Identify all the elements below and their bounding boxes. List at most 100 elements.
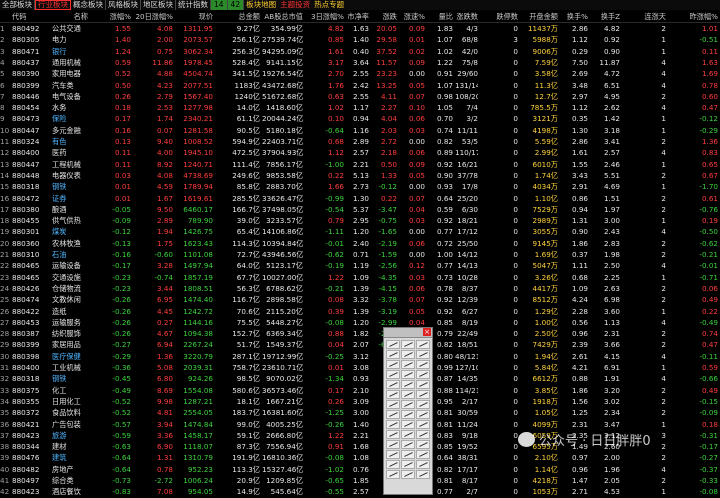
draw-tool-icon[interactable]	[416, 340, 430, 349]
column-header[interactable]: 总金额	[215, 11, 260, 22]
column-header[interactable]: 现价	[175, 11, 213, 22]
draw-tool-icon[interactable]	[416, 350, 430, 359]
table-row[interactable]: 11 880324 有色 0.13 9.40 1008.52 594.9亿 22403.71亿…	[0, 136, 720, 147]
column-header[interactable]: 连涨天	[622, 11, 666, 22]
draw-tool-icon[interactable]	[401, 350, 415, 359]
tab-7[interactable]: 42	[227, 0, 245, 10]
column-header[interactable]: 代码	[12, 11, 50, 22]
table-row[interactable]: 24 880426 仓储物流 -0.23 3.44 1808.51 56.3亿 6788.62…	[0, 283, 720, 294]
draw-tool-icon[interactable]	[416, 460, 430, 469]
table-row[interactable]: 31 880400 工业机械 -0.36 5.08 2039.31 758.7亿 23610.…	[0, 362, 720, 373]
draw-tool-icon[interactable]	[386, 460, 400, 469]
column-header[interactable]: 3日涨幅%	[305, 11, 344, 22]
table-row[interactable]: 25 880474 文教休闲 -0.26 6.95 1474.40 116.7亿 2898.5…	[0, 294, 720, 305]
draw-tool-icon[interactable]	[386, 450, 400, 459]
close-icon[interactable]: ×	[423, 328, 431, 336]
table-row[interactable]: 23 880465 交通设施 -0.23 -0.74 1857.19 67.7亿 10027.…	[0, 272, 720, 283]
table-row[interactable]: 13 880447 工程机械 0.11 8.92 1240.71 111.4亿 7856.17…	[0, 159, 720, 170]
tab-8[interactable]: 板块地图	[244, 0, 278, 10]
tab-5[interactable]: 统计指数	[176, 0, 211, 10]
table-row[interactable]: 10 880447 多元金融 0.16 0.07 1281.58 90.5亿 5180.18亿…	[0, 125, 720, 136]
draw-tool-icon[interactable]	[386, 430, 400, 439]
table-row[interactable]: 27 880453 运输服务 -0.26 0.27 1144.16 75.5亿 5448.27…	[0, 317, 720, 328]
tab-2[interactable]: 概念板块	[71, 0, 106, 10]
draw-tool-icon[interactable]	[386, 340, 400, 349]
draw-tool-icon[interactable]	[416, 450, 430, 459]
draw-tool-icon[interactable]	[416, 470, 430, 479]
draw-tool-icon[interactable]	[401, 440, 415, 449]
column-header[interactable]: AB股总市值	[262, 11, 303, 22]
column-header[interactable]: 开盘金额	[520, 11, 558, 22]
table-row[interactable]: 8 880454 水务 0.18 2.53 1277.98 14.0亿 1418.60亿 1.0…	[0, 102, 720, 113]
column-header[interactable]: 量比	[427, 11, 453, 22]
draw-tool-icon[interactable]	[401, 450, 415, 459]
draw-tool-icon[interactable]	[401, 410, 415, 419]
table-row[interactable]: 15 880318 钢铁 0.01 4.59 1789.94 85.8亿 2883.70亿 1.…	[0, 181, 720, 192]
table-row[interactable]: 41 880497 综合类 -0.73 -2.72 1006.24 20.9亿 1209.85…	[0, 475, 720, 486]
draw-tool-icon[interactable]	[401, 390, 415, 399]
column-header[interactable]: 名称	[52, 11, 88, 22]
draw-tool-icon[interactable]	[386, 410, 400, 419]
draw-tool-icon[interactable]	[416, 410, 430, 419]
table-row[interactable]: 14 880448 电器仪表 0.03 4.08 4738.69 249.6亿 9853.58…	[0, 170, 720, 181]
column-header[interactable]: 涨速%	[399, 11, 425, 22]
draw-tool-icon[interactable]	[401, 370, 415, 379]
column-header[interactable]: 市净率	[346, 11, 369, 22]
column-header[interactable]: 20日涨幅%	[133, 11, 173, 22]
table-row[interactable]: 19 880301 煤炭 -0.12 1.94 1426.75 65.4亿 14106.86亿…	[0, 226, 720, 237]
tab-3[interactable]: 风格板块	[106, 0, 141, 10]
table-row[interactable]: 30 880398 医疗保健 -0.29 1.36 3220.79 287.1亿 19712.…	[0, 351, 720, 362]
draw-tool-icon[interactable]	[386, 370, 400, 379]
column-header[interactable]: 涨跌	[371, 11, 397, 22]
draw-tool-icon[interactable]	[416, 390, 430, 399]
column-header[interactable]: 跌停数	[480, 11, 518, 22]
draw-tool-icon[interactable]	[416, 360, 430, 369]
table-row[interactable]: 18 880455 供气供热 -0.09 2.89 789.90 39.0亿 3233.57亿…	[0, 215, 720, 226]
draw-tool-icon[interactable]	[416, 420, 430, 429]
table-row[interactable]: 17 880380 酿酒 -0.05 9.50 6460.17 166.7亿 37498.05…	[0, 204, 720, 215]
tab-4[interactable]: 地区板块	[141, 0, 176, 10]
draw-tool-icon[interactable]	[401, 340, 415, 349]
table-row[interactable]: 40 880482 房地产 -0.64 0.78 952.23 113.3亿 15327.46…	[0, 464, 720, 475]
table-row[interactable]: 21 880310 石油 -0.16 -0.60 1101.08 72.7亿 43946.56…	[0, 249, 720, 260]
draw-tool-icon[interactable]	[401, 470, 415, 479]
column-header[interactable]: 昨涨幅%	[668, 11, 718, 22]
draw-tool-icon[interactable]	[386, 420, 400, 429]
draw-tool-icon[interactable]	[416, 380, 430, 389]
draw-tool-icon[interactable]	[386, 350, 400, 359]
draw-tool-icon[interactable]	[416, 430, 430, 439]
draw-tool-icon[interactable]	[401, 420, 415, 429]
draw-tool-icon[interactable]	[401, 430, 415, 439]
table-row[interactable]: 33 880375 化工 -0.49 8.69 1554.08 580.6亿 36573.46…	[0, 385, 720, 396]
tab-9[interactable]: 主题投资	[278, 0, 312, 10]
table-row[interactable]: 26 880422 造纸 -0.26 4.45 1242.72 70.6亿 2115.20亿 0…	[0, 306, 720, 317]
table-row[interactable]: 28 880387 纺织服饰 -0.26 4.67 1094.38 152.7亿 6369.3…	[0, 328, 720, 339]
draw-tool-icon[interactable]	[386, 400, 400, 409]
table-row[interactable]: 16 880472 证券 0.01 1.67 1619.61 285.5亿 33626.47亿…	[0, 193, 720, 204]
tab-0[interactable]: 全部板块	[0, 0, 35, 10]
table-row[interactable]: 7 880446 电气设备 0.26 2.79 1567.40 1240亿 51672.68亿…	[0, 91, 720, 102]
table-row[interactable]: 32 880318 钢铁 -0.45 6.80 924.26 98.5亿 9070.02亿 -1…	[0, 373, 720, 384]
tab-6[interactable]: 14	[211, 0, 228, 10]
tab-1[interactable]: 行业板块	[35, 0, 71, 10]
table-row[interactable]: 1 880492 公共交通 1.55 4.08 1311.95 9.27亿 354.99亿 4.…	[0, 23, 720, 34]
column-header[interactable]: 涨幅%	[92, 11, 131, 22]
draw-tool-icon[interactable]	[386, 380, 400, 389]
table-row[interactable]: 4 880437 通用机械 0.59 11.86 1978.45 528.4亿 9141.15…	[0, 57, 720, 68]
column-header[interactable]: 换手%	[560, 11, 588, 22]
column-header[interactable]: 换手Z	[590, 11, 620, 22]
draw-tool-icon[interactable]	[416, 440, 430, 449]
table-row[interactable]: 9 880473 保险 0.17 1.74 2340.21 61.1亿 20044.24亿 0.…	[0, 113, 720, 124]
column-header[interactable]	[0, 11, 10, 22]
table-row[interactable]: 12 880400 医药 0.11 4.00 1945.10 472.5亿 37904.93亿…	[0, 147, 720, 158]
draw-tool-icon[interactable]	[401, 360, 415, 369]
column-header[interactable]: 涨跌数	[455, 11, 478, 22]
table-row[interactable]: 22 880465 运输设备 -0.17 3.28 1497.94 64.0亿 5123.17…	[0, 260, 720, 271]
table-row[interactable]: 29 880399 家居用品 -0.27 6.94 2267.24 51.7亿 1549.37…	[0, 339, 720, 350]
draw-tool-icon[interactable]	[386, 470, 400, 479]
tab-10[interactable]: 热点专题	[312, 0, 346, 10]
draw-tool-icon[interactable]	[401, 460, 415, 469]
draw-tool-icon[interactable]	[416, 400, 430, 409]
drawing-toolbox[interactable]: ×	[383, 327, 433, 495]
draw-tool-icon[interactable]	[386, 390, 400, 399]
